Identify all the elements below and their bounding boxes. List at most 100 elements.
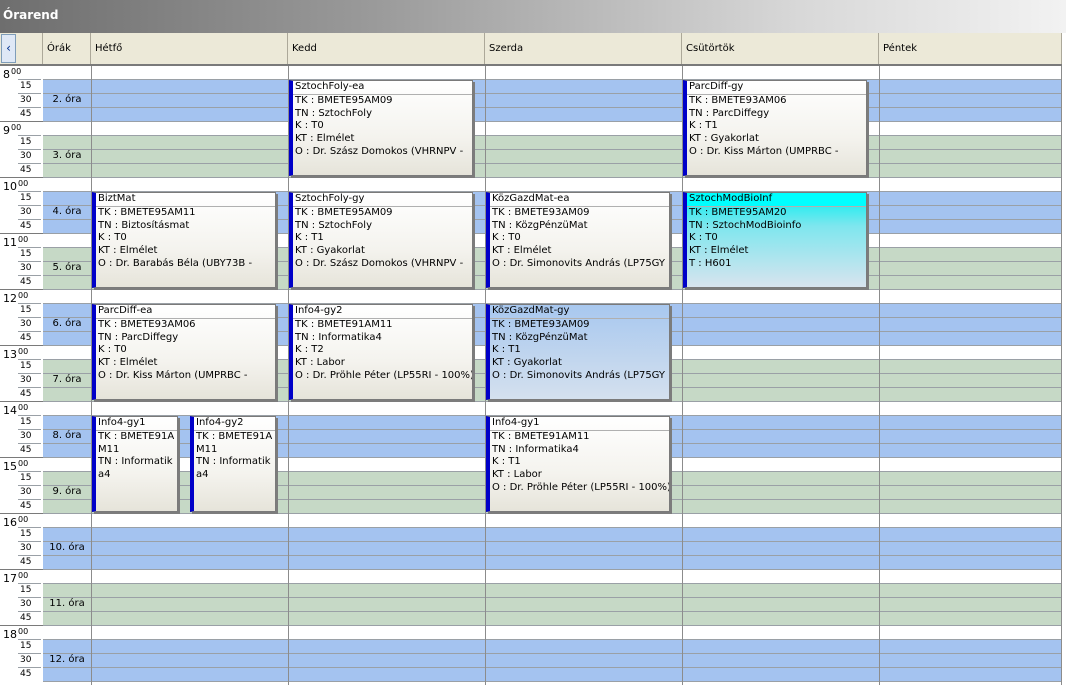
minute-divider — [18, 583, 41, 584]
grid-row[interactable] — [43, 612, 1062, 626]
event-kozgazdmat-gy[interactable]: KözGazdMat-gy TK : BMETE93AM09 TN : Közg… — [486, 304, 670, 400]
hour-minutes: 00 — [18, 627, 29, 636]
event-info4-gy1-wednesday[interactable]: Info4-gy1 TK : BMETE91AM11 TN : Informat… — [486, 416, 670, 512]
grid-row[interactable] — [43, 178, 1062, 192]
grid-row[interactable] — [43, 402, 1062, 416]
event-title: Info4-gy1 — [490, 417, 669, 431]
grid-row[interactable] — [43, 570, 1062, 584]
minute-label: 45 — [20, 501, 32, 511]
grid-row[interactable] — [43, 122, 1062, 136]
header-day-thursday[interactable]: Csütörtök — [682, 33, 879, 64]
event-sztochfoly-ea[interactable]: SztochFoly-ea TK : BMETE95AM09 TN : Szto… — [289, 80, 473, 176]
minute-label: 45 — [20, 333, 32, 343]
minute-label: 45 — [20, 165, 32, 175]
header-day-monday[interactable]: Hétfő — [91, 33, 288, 64]
grid-row[interactable] — [43, 640, 1062, 654]
header-day-tuesday[interactable]: Kedd — [288, 33, 485, 64]
prev-week-button[interactable]: ‹ — [1, 34, 16, 63]
minute-divider — [18, 303, 41, 304]
hour-divider — [0, 65, 43, 66]
minute-divider — [18, 667, 41, 668]
event-biztmat[interactable]: BiztMat TK : BMETE95AM11 TN : Biztosítás… — [92, 192, 276, 288]
grid-row[interactable] — [43, 290, 1062, 304]
hour-divider — [0, 401, 43, 402]
minute-label: 15 — [20, 585, 32, 595]
event-parcdiff-gy[interactable]: ParcDiff-gy TK : BMETE93AM06 TN : ParcDi… — [683, 80, 867, 176]
grid-row[interactable] — [43, 598, 1062, 612]
minute-label: 45 — [20, 277, 32, 287]
minute-label: 15 — [20, 305, 32, 315]
hour-value: 8 — [3, 68, 10, 81]
minute-divider — [18, 359, 41, 360]
header-day-friday[interactable]: Péntek — [879, 33, 1062, 64]
minute-divider — [18, 611, 41, 612]
hour-value: 9 — [3, 124, 10, 137]
hour-value: 15 — [3, 460, 17, 473]
event-info4-gy2[interactable]: Info4-gy2 TK : BMETE91AM11 TN : Informat… — [289, 304, 473, 400]
hour-minutes: 00 — [18, 235, 29, 244]
minute-divider — [18, 163, 41, 164]
minute-label: 15 — [20, 137, 32, 147]
grid-row[interactable] — [43, 556, 1062, 570]
minute-divider — [18, 219, 41, 220]
grid-row[interactable] — [43, 654, 1062, 668]
hour-divider — [0, 457, 43, 458]
grid-row[interactable] — [43, 528, 1062, 542]
hour-value: 16 — [3, 516, 17, 529]
minute-label: 30 — [20, 95, 32, 105]
event-kozgazdmat-ea[interactable]: KözGazdMat-ea TK : BMETE93AM09 TN : Közg… — [486, 192, 670, 288]
grid-row[interactable] — [43, 514, 1062, 528]
grid-row[interactable] — [43, 584, 1062, 598]
event-title: KözGazdMat-ea — [490, 193, 669, 207]
event-title: ParcDiff-gy — [687, 81, 866, 95]
period-label: 11. óra — [49, 598, 85, 609]
period-label: 4. óra — [52, 206, 82, 217]
header-day-wednesday[interactable]: Szerda — [485, 33, 682, 64]
minute-divider — [18, 499, 41, 500]
minute-divider — [18, 415, 41, 416]
grid-row[interactable] — [43, 80, 1062, 94]
hour-divider — [0, 513, 43, 514]
grid-row[interactable] — [43, 542, 1062, 556]
event-title: Info4-gy2 — [194, 417, 275, 431]
minute-label: 30 — [20, 207, 32, 217]
grid-row[interactable] — [43, 626, 1062, 640]
minute-divider — [18, 653, 41, 654]
hour-divider — [0, 345, 43, 346]
window-titlebar: Órarend — [0, 0, 1066, 33]
period-label: 12. óra — [49, 654, 85, 665]
minute-divider — [18, 555, 41, 556]
minute-divider — [18, 261, 41, 262]
grid-row[interactable] — [43, 108, 1062, 122]
event-sztochmodbioinf[interactable]: SztochModBioInf TK : BMETE95AM20 TN : Sz… — [683, 192, 867, 288]
grid-row[interactable] — [43, 164, 1062, 178]
event-parcdiff-ea[interactable]: ParcDiff-ea TK : BMETE93AM06 TN : ParcDi… — [92, 304, 276, 400]
minute-label: 15 — [20, 81, 32, 91]
grid-row[interactable] — [43, 668, 1062, 682]
minute-divider — [18, 597, 41, 598]
minute-label: 15 — [20, 473, 32, 483]
minute-divider — [18, 373, 41, 374]
hour-value: 14 — [3, 404, 17, 417]
minute-label: 30 — [20, 319, 32, 329]
event-info4-gy1-monday[interactable]: Info4-gy1 TK : BMETE91AM11 TN : Informat… — [92, 416, 178, 512]
hour-value: 17 — [3, 572, 17, 585]
hour-divider — [0, 289, 43, 290]
minute-label: 45 — [20, 389, 32, 399]
event-title: KözGazdMat-gy — [490, 305, 669, 319]
grid-row[interactable] — [43, 66, 1062, 80]
hour-value: 10 — [3, 180, 17, 193]
hour-value: 13 — [3, 348, 17, 361]
minute-label: 30 — [20, 431, 32, 441]
grid-row[interactable] — [43, 136, 1062, 150]
minute-divider — [18, 527, 41, 528]
grid-row[interactable] — [43, 94, 1062, 108]
hour-minutes: 00 — [11, 67, 22, 76]
minute-divider — [18, 387, 41, 388]
hour-divider — [0, 177, 43, 178]
minute-divider — [18, 205, 41, 206]
event-info4-gy2-monday[interactable]: Info4-gy2 TK : BMETE91AM11 TN : Informat… — [190, 416, 276, 512]
minute-divider — [18, 541, 41, 542]
event-sztochfoly-gy[interactable]: SztochFoly-gy TK : BMETE95AM09 TN : Szto… — [289, 192, 473, 288]
grid-row[interactable] — [43, 150, 1062, 164]
